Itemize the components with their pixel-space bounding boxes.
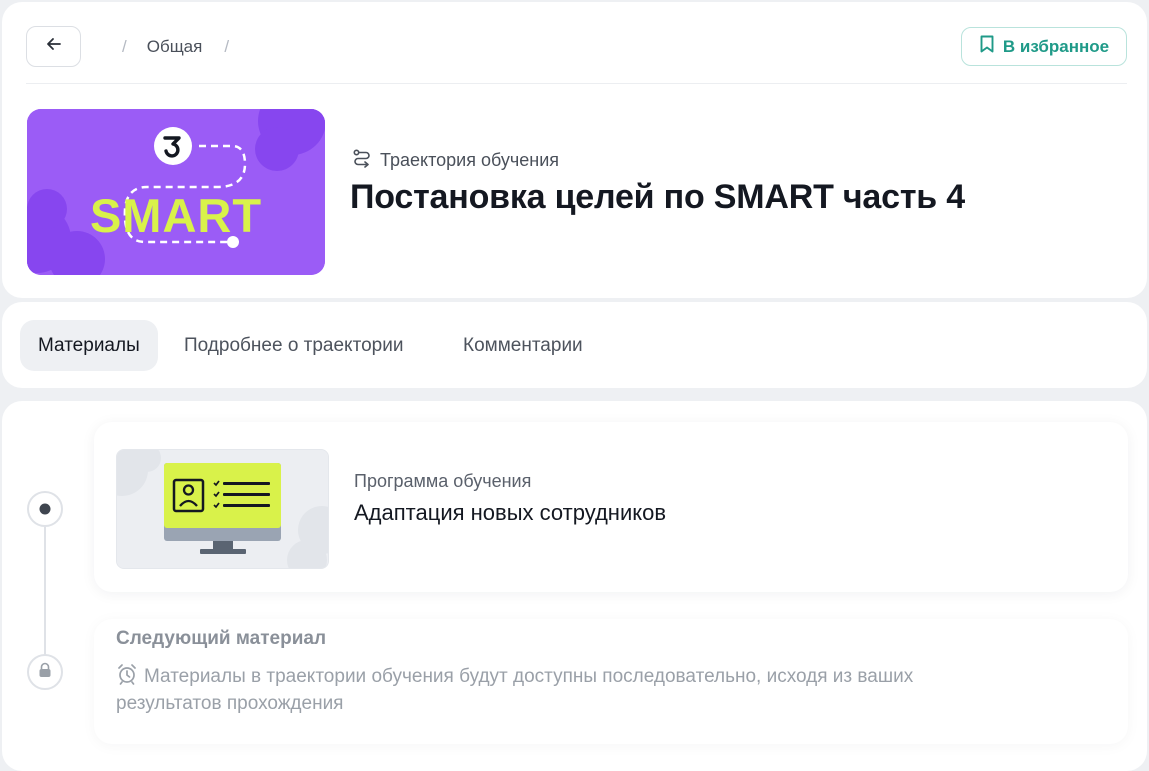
bookmark-icon: [979, 34, 995, 59]
next-material-description-text: Материалы в траектории обучения будут до…: [116, 666, 914, 714]
breadcrumb-separator: /: [224, 37, 230, 56]
breadcrumb: / Общая /: [122, 36, 229, 58]
back-button[interactable]: [26, 26, 81, 67]
breadcrumb-separator: /: [122, 37, 127, 56]
page-title: Постановка целей по SMART часть 4: [350, 178, 965, 216]
favorites-label: В избранное: [1002, 36, 1110, 56]
next-material-title: Следующий материал: [116, 628, 327, 649]
lock-icon: [38, 662, 52, 683]
material-thumbnail: [116, 449, 329, 569]
header-card: / Общая / В избранное SMART Траектория о…: [2, 2, 1147, 298]
timeline-step-current: [27, 491, 63, 527]
add-to-favorites-button[interactable]: В избранное: [961, 27, 1127, 66]
timeline-line: [44, 527, 46, 655]
cover-image: SMART: [27, 109, 325, 275]
tab-comments[interactable]: Комментарии: [445, 320, 601, 371]
next-material-description: Материалы в траектории обучения будут до…: [116, 663, 1016, 716]
header-divider: [26, 83, 1127, 84]
tab-materials[interactable]: Материалы: [20, 320, 158, 371]
breadcrumb-item-general[interactable]: Общая: [147, 37, 203, 57]
tabs-card: Материалы Подробнее о траектории Коммент…: [2, 302, 1147, 388]
next-material-card: Следующий материал Материалы в траектори…: [94, 619, 1128, 744]
material-card[interactable]: Программа обучения Адаптация новых сотру…: [94, 422, 1128, 592]
content-kind: Траектория обучения: [352, 148, 559, 173]
route-icon: [352, 148, 372, 173]
cover-title: SMART: [90, 189, 262, 242]
tab-details[interactable]: Подробнее о траектории: [166, 320, 421, 371]
material-title: Адаптация новых сотрудников: [354, 500, 667, 525]
arrow-left-icon: [45, 35, 63, 58]
materials-list: Программа обучения Адаптация новых сотру…: [2, 401, 1147, 771]
content-kind-label: Траектория обучения: [380, 150, 560, 170]
alarm-clock-icon: [116, 663, 138, 692]
timeline-step-locked: [27, 654, 63, 690]
material-kind: Программа обучения: [354, 471, 532, 491]
